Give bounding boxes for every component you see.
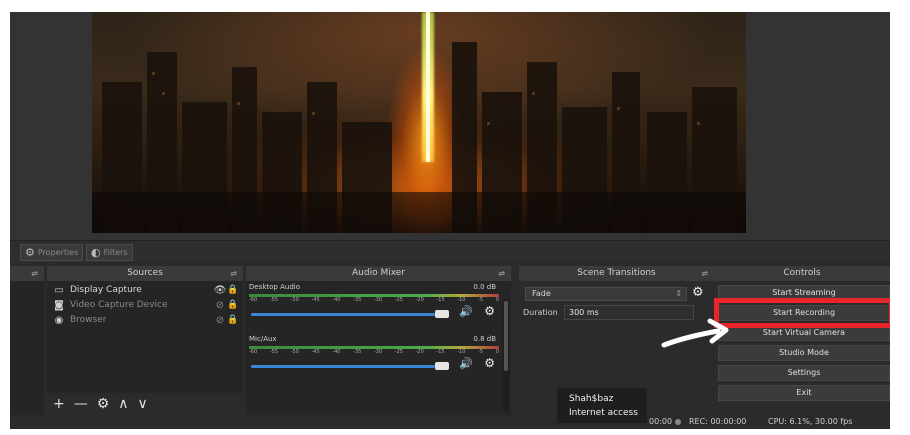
meter-tick-label: -35	[353, 349, 362, 355]
sources-dock: Sources ⇌ ▭ Display Capture 👁 🔒 ◙ Video …	[47, 266, 243, 415]
volume-fader-handle[interactable]	[435, 310, 449, 318]
meter-tick-label: 0	[495, 349, 499, 355]
lock-icon[interactable]: 🔒	[227, 285, 239, 295]
audio-track-desktop: Desktop Audio 0.0 dB -60 -55 -50 -45 -40 -35-…	[249, 283, 499, 318]
eye-hidden-icon[interactable]: ⊘	[213, 300, 227, 311]
record-indicator-icon	[675, 419, 681, 425]
meter-tick-label: -10	[457, 297, 466, 303]
meter-ticks: -60 -55 -50 -45 -40 -35 -30 -25 -20 -15 -10 -5 0	[249, 349, 499, 355]
add-source-button[interactable]: +	[53, 396, 65, 412]
move-up-button[interactable]: ∧	[118, 396, 128, 412]
meter-tick-label: -10	[457, 349, 466, 355]
controls-body: Start Streaming Start Recording Start Vi…	[714, 281, 890, 415]
filters-button[interactable]: ◐ Filters	[86, 244, 133, 261]
properties-filters-toolbar: ⚙ Properties ◐ Filters	[10, 240, 890, 262]
city-skyline-image	[92, 42, 746, 233]
source-item-display-capture[interactable]: ▭ Display Capture 👁 🔒	[51, 283, 239, 297]
source-item-browser[interactable]: ◉ Browser ⊘ 🔒	[51, 313, 239, 327]
settings-button[interactable]: Settings	[718, 365, 890, 381]
gear-icon[interactable]: ⚙	[692, 285, 704, 300]
meter-tick-label: -60	[249, 349, 258, 355]
meter-tick-label: -25	[394, 349, 403, 355]
meter-tick-label: -20	[415, 297, 424, 303]
undock-icon[interactable]: ⇌	[498, 266, 505, 281]
scenes-dock-title: ⇌	[10, 266, 44, 281]
gear-icon[interactable]: ⚙	[484, 304, 495, 318]
controls-title: Controls	[714, 266, 890, 281]
meter-tick-label: -15	[436, 349, 445, 355]
speaker-icon[interactable]: 🔊	[459, 305, 473, 318]
meter-tick-label: -60	[249, 297, 258, 303]
meter-tick-label: -50	[290, 349, 299, 355]
move-down-button[interactable]: ∨	[138, 396, 148, 412]
volume-fader[interactable]	[251, 365, 435, 368]
scenes-dock: ⇌	[10, 266, 44, 415]
volume-fader[interactable]	[251, 313, 435, 316]
undock-icon[interactable]: ⇌	[31, 266, 38, 281]
status-bar: 00:00 REC: 00:00:00 CPU: 6.1%, 30.00 fps	[10, 415, 890, 429]
meter-tick-label: 0	[495, 297, 499, 303]
monitor-icon: ▭	[54, 284, 64, 296]
spinner-icon: ⇕	[675, 289, 682, 298]
audio-mixer-body: Desktop Audio 0.0 dB -60 -55 -50 -45 -40 -35-…	[246, 281, 511, 415]
meter-tick-label: -45	[311, 297, 320, 303]
controls-dock: Controls Start Streaming Start Recording…	[714, 266, 890, 415]
obs-window: ⚙ Properties ◐ Filters ⇌ Sources ⇌ ▭ Dis…	[10, 12, 890, 429]
audio-track-mic: Mic/Aux 0.8 dB -60 -55 -50 -45 -40 -35 -30 -25-…	[249, 335, 499, 370]
studio-mode-button[interactable]: Studio Mode	[718, 345, 890, 361]
globe-icon: ◉	[54, 314, 64, 326]
undock-icon[interactable]: ⇌	[230, 266, 237, 281]
light-beam-core	[426, 12, 430, 162]
meter-tick-label: -40	[332, 297, 341, 303]
program-preview[interactable]	[92, 12, 746, 233]
meter-tick-label: -55	[269, 297, 278, 303]
exit-button[interactable]: Exit	[718, 385, 890, 401]
sources-list[interactable]: ▭ Display Capture 👁 🔒 ◙ Video Capture De…	[47, 281, 243, 415]
source-item-video-capture[interactable]: ◙ Video Capture Device ⊘ 🔒	[51, 298, 239, 312]
annotation-arrow-icon	[661, 318, 729, 348]
properties-button[interactable]: ⚙ Properties	[20, 244, 84, 261]
audio-mixer-dock: Audio Mixer ⇌ Desktop Audio 0.0 dB -60 -5…	[246, 266, 511, 415]
watermark-box: Shah$baz Internet access	[557, 388, 647, 423]
scenes-list[interactable]	[10, 281, 44, 415]
meter-tick-label: -15	[436, 297, 445, 303]
lock-icon[interactable]: 🔒	[227, 300, 239, 310]
recording-highlight-box	[714, 298, 890, 328]
meter-tick-label: -30	[373, 349, 383, 355]
source-settings-button[interactable]: ⚙	[97, 396, 110, 412]
meter-tick-label: -30	[373, 297, 383, 303]
lock-icon[interactable]: 🔒	[227, 315, 239, 325]
undock-icon[interactable]: ⇌	[701, 266, 708, 281]
meter-ticks: -60 -55 -50 -45 -40 -35 -30 -25 -20 -15 -10 -5 0	[249, 297, 499, 303]
meter-tick-label: -5	[478, 297, 484, 303]
audio-mixer-title: Audio Mixer ⇌	[246, 266, 511, 281]
gear-icon[interactable]: ⚙	[484, 356, 495, 370]
mixer-scrollbar[interactable]	[503, 299, 509, 411]
meter-tick-label: -50	[290, 297, 299, 303]
speaker-icon[interactable]: 🔊	[459, 357, 473, 370]
meter-tick-label: -20	[415, 349, 424, 355]
volume-fader-handle[interactable]	[435, 362, 449, 370]
gear-icon: ⚙	[25, 246, 35, 259]
meter-tick-label: -5	[478, 349, 484, 355]
camera-icon: ◙	[54, 299, 64, 311]
eye-icon[interactable]: 👁	[213, 285, 227, 296]
meter-tick-label: -55	[269, 349, 278, 355]
scrollbar-thumb[interactable]	[504, 301, 508, 371]
sources-dock-title: Sources ⇌	[47, 266, 243, 281]
filter-icon: ◐	[91, 246, 101, 259]
meter-tick-label: -25	[394, 297, 403, 303]
eye-hidden-icon[interactable]: ⊘	[213, 315, 227, 326]
meter-tick-label: -35	[353, 297, 362, 303]
sources-toolbar: + — ⚙ ∧ ∨	[47, 393, 243, 415]
meter-tick-label: -45	[311, 349, 320, 355]
preview-area	[10, 12, 890, 240]
transition-select[interactable]: Fade ⇕	[525, 287, 687, 301]
scene-transitions-title: Scene Transitions ⇌	[519, 266, 714, 281]
remove-source-button[interactable]: —	[74, 396, 88, 412]
meter-tick-label: -40	[332, 349, 341, 355]
